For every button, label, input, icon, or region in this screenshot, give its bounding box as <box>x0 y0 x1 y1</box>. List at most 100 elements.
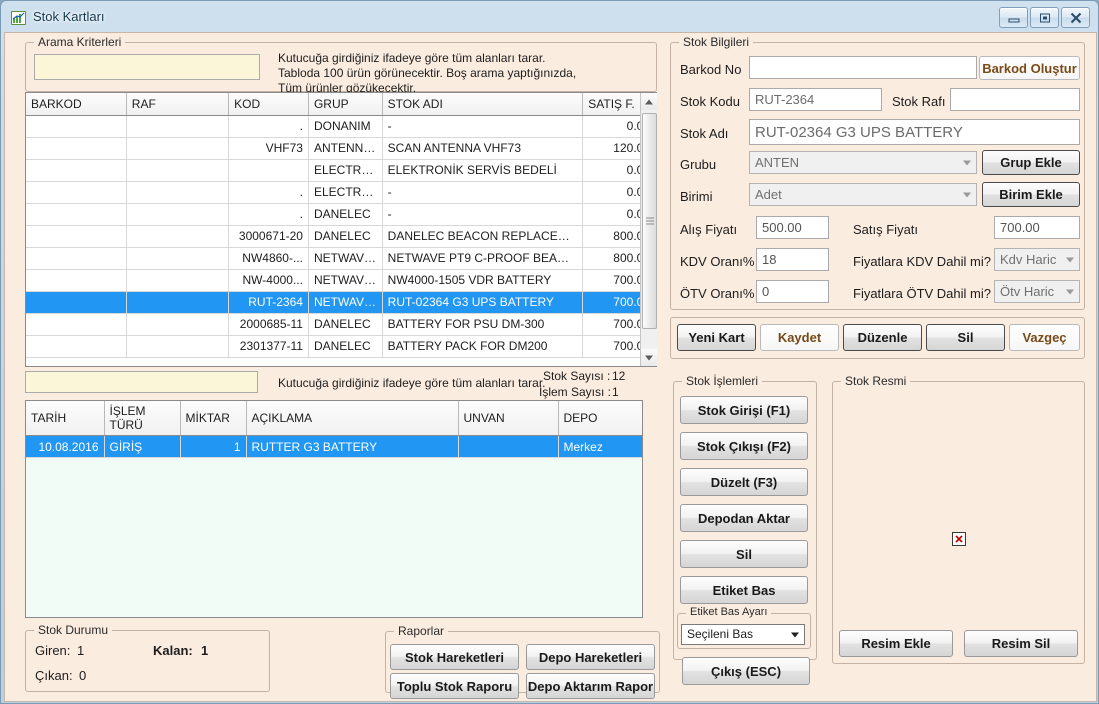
cell-grup: DANELEC <box>308 225 383 248</box>
col-aciklama[interactable]: AÇIKLAMA <box>246 401 459 436</box>
table-row[interactable]: RUT-2364 NETWAVE-... RUT-02364 G3 UPS BATT… <box>26 291 656 314</box>
toplu-stok-raporu-button[interactable]: Toplu Stok Raporu <box>390 673 519 699</box>
otv-orani-input[interactable] <box>756 280 829 303</box>
table-row[interactable]: VHF73 ANTENNAS SCAN ANTENNA VHF73 120.00 <box>26 137 656 160</box>
cell-raf <box>126 115 230 138</box>
kalan-value: 1 <box>201 643 209 658</box>
cell-unvan <box>458 435 559 458</box>
stok-sayisi-value: 12 <box>612 369 626 383</box>
cell-grup: NETWAVE-... <box>308 269 383 292</box>
chevron-down-icon <box>1066 257 1074 262</box>
cell-raf <box>126 247 230 270</box>
col-grup[interactable]: GRUP <box>308 93 383 116</box>
cell-stok-adi: - <box>382 181 584 204</box>
movements-grid[interactable]: TARİH İŞLEM TÜRÜ MİKTAR AÇIKLAMA UNVAN D… <box>25 400 643 618</box>
resim-ekle-button[interactable]: Resim Ekle <box>839 630 953 657</box>
table-row[interactable]: NW-4000... NETWAVE-... NW4000-1505 VDR BAT… <box>26 269 656 292</box>
movements-grid-table: TARİH İŞLEM TÜRÜ MİKTAR AÇIKLAMA UNVAN D… <box>26 401 642 458</box>
stok-kodu-label: Stok Kodu <box>680 94 740 109</box>
stok-cikisi-button[interactable]: Stok Çıkışı (F2) <box>680 432 808 460</box>
duzenle-button[interactable]: Düzenle <box>843 324 922 351</box>
cell-kod: 3000671-20 <box>228 225 309 248</box>
minimize-button[interactable] <box>999 7 1028 28</box>
cell-kod <box>228 159 309 182</box>
cell-barkod <box>26 269 127 292</box>
kaydet-button[interactable]: Kaydet <box>760 324 839 351</box>
table-row[interactable]: . ELECTRON... -0.00 <box>26 181 656 204</box>
kdv-dahil-combo[interactable]: Kdv Haric <box>994 248 1080 271</box>
cell-grup: NETWAVE-... <box>308 291 383 314</box>
alis-fiyati-label: Alış Fiyatı <box>680 222 738 237</box>
kdv-orani-input[interactable] <box>756 248 829 271</box>
cell-raf <box>126 137 230 160</box>
table-row[interactable]: 2000685-11 DANELEC BATTERY FOR PSU DM-300 7… <box>26 313 656 336</box>
table-row[interactable]: 10.08.2016 GİRİŞ 1 RUTTER G3 BATTERY Merkez <box>26 435 642 458</box>
search-input[interactable] <box>34 54 260 80</box>
depodan-aktar-button[interactable]: Depodan Aktar <box>680 504 808 532</box>
col-stok-adi[interactable]: STOK ADI <box>382 93 584 116</box>
col-islem-turu[interactable]: İŞLEM TÜRÜ <box>104 401 181 436</box>
etiket-bas-button[interactable]: Etiket Bas <box>680 576 808 604</box>
stok-sil-button[interactable]: Sil <box>680 540 808 568</box>
scroll-thumb[interactable] <box>642 113 657 329</box>
table-row[interactable]: ELECTRON... ELEKTRONİK SERVİS BEDELİ 0.00 <box>26 159 656 182</box>
label-print-combo[interactable]: Seçileni Bas <box>681 624 805 645</box>
col-barkod[interactable]: BARKOD <box>26 93 127 116</box>
vazgec-button[interactable]: Vazgeç <box>1009 324 1080 351</box>
resim-sil-button[interactable]: Resim Sil <box>964 630 1078 657</box>
cell-raf <box>126 313 230 336</box>
depo-aktarim-rapor-button[interactable]: Depo Aktarım Rapor <box>526 673 655 699</box>
table-row[interactable]: 3000671-20 DANELEC DANELEC BEACON REPLACEM… <box>26 225 656 248</box>
cell-stok-adi: ELEKTRONİK SERVİS BEDELİ <box>382 159 584 182</box>
cell-depo: Merkez <box>558 435 642 458</box>
table-row[interactable]: NW4860-... NETWAVE-... NETWAVE PT9 C-PROOF… <box>26 247 656 270</box>
kdv-dahil-label: Fiyatlara KDV Dahil mi? <box>853 254 991 269</box>
birimi-combo[interactable]: Adet <box>749 183 977 206</box>
depo-hareketleri-button[interactable]: Depo Hareketleri <box>526 644 655 670</box>
stok-hareketleri-button[interactable]: Stok Hareketleri <box>390 644 519 670</box>
scroll-up-button[interactable] <box>641 93 657 110</box>
broken-image-icon <box>952 532 966 546</box>
col-raf[interactable]: RAF <box>126 93 230 116</box>
col-depo[interactable]: DEPO <box>558 401 642 436</box>
barkod-olustur-button[interactable]: Barkod Oluştur <box>979 56 1080 80</box>
grubu-combo[interactable]: ANTEN <box>749 151 977 174</box>
maximize-button[interactable] <box>1030 7 1059 28</box>
kalan-label: Kalan: <box>153 643 193 658</box>
stock-grid-body: . DONANIM -0.00 VHF73 ANTENNAS SCAN ANTENNA V… <box>26 115 656 358</box>
sil-button[interactable]: Sil <box>926 324 1005 351</box>
birim-ekle-button[interactable]: Birim Ekle <box>982 182 1080 207</box>
stock-image-legend: Stok Resmi <box>841 374 911 388</box>
cell-grup: ELECTRON... <box>308 159 383 182</box>
cell-barkod <box>26 225 127 248</box>
cikis-button[interactable]: Çıkış (ESC) <box>682 657 810 685</box>
satis-fiyati-input[interactable] <box>994 216 1080 239</box>
col-tarih[interactable]: TARİH <box>26 401 105 436</box>
table-row[interactable]: 2301377-11 DANELEC BATTERY PACK FOR DM200 7… <box>26 335 656 358</box>
scroll-down-button[interactable] <box>641 349 657 366</box>
barkod-no-input[interactable] <box>749 56 977 79</box>
stock-grid-scrollbar[interactable] <box>640 93 657 366</box>
otv-dahil-combo[interactable]: Ötv Haric <box>994 280 1080 303</box>
cell-kod: . <box>228 181 309 204</box>
cell-grup: DANELEC <box>308 203 383 226</box>
movements-filter-input[interactable] <box>25 371 258 393</box>
col-miktar[interactable]: MİKTAR <box>180 401 247 436</box>
duzelt-button[interactable]: Düzelt (F3) <box>680 468 808 496</box>
cell-aciklama: RUTTER G3 BATTERY <box>246 435 459 458</box>
stock-grid[interactable]: BARKOD RAF KOD GRUP STOK ADI SATIŞ F. .D… <box>25 92 657 367</box>
col-unvan[interactable]: UNVAN <box>458 401 559 436</box>
stok-adi-input[interactable] <box>749 119 1080 145</box>
table-row[interactable]: . DONANIM -0.00 <box>26 115 656 138</box>
grup-ekle-button[interactable]: Grup Ekle <box>982 150 1080 175</box>
stok-rafi-input[interactable] <box>950 88 1080 111</box>
alis-fiyati-input[interactable] <box>756 216 829 239</box>
cell-kod: . <box>228 115 309 138</box>
stok-kodu-input[interactable] <box>749 88 882 111</box>
table-row[interactable]: . DANELEC -0.00 <box>26 203 656 226</box>
close-button[interactable] <box>1061 7 1090 28</box>
chevron-down-icon <box>963 192 971 197</box>
yeni-kart-button[interactable]: Yeni Kart <box>677 324 756 351</box>
col-kod[interactable]: KOD <box>228 93 309 116</box>
stok-girisi-button[interactable]: Stok Girişi (F1) <box>680 396 808 424</box>
